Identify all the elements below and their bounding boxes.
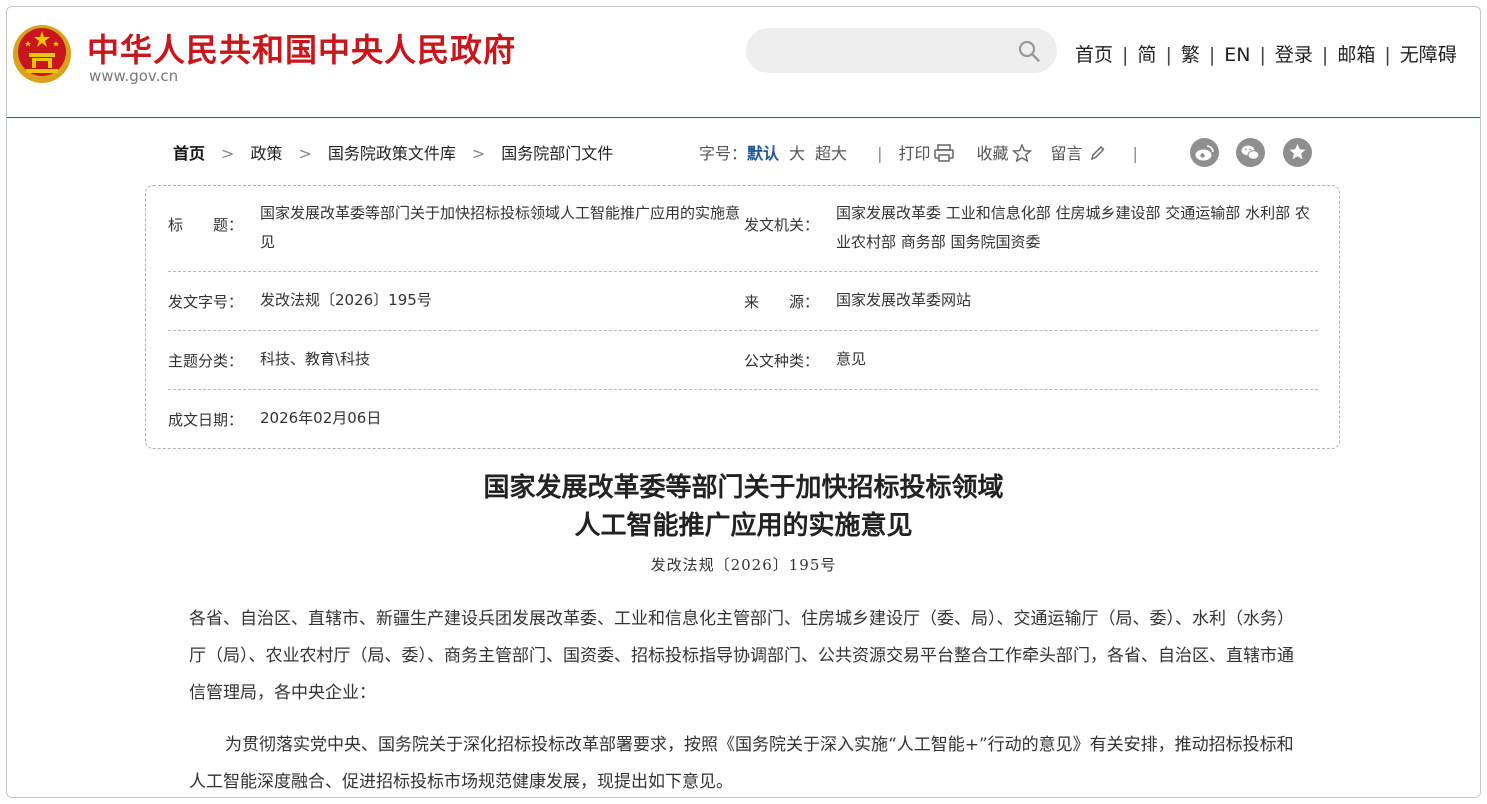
breadcrumb-chevron-icon: > — [221, 144, 235, 163]
breadcrumb-policy[interactable]: 政策 — [250, 144, 282, 163]
article-tools: 字号：默认大超大 | 打印 收藏 留言 | — [699, 144, 1138, 163]
topic-label: 主题分类： — [168, 352, 244, 370]
breadcrumb: 首页 > 政策 > 国务院政策文件库 > 国务院部门文件 — [173, 140, 613, 164]
date-label: 成文日期： — [168, 411, 244, 429]
weibo-share-icon[interactable] — [1190, 138, 1219, 167]
site-header: 中华人民共和国中央人民政府 www.gov.cn 首页 | 简 | 繁 | EN | 登录 | 邮箱… — [7, 7, 1480, 118]
star-outline-icon — [1012, 144, 1033, 162]
date-value: 2026年02月06日 — [260, 409, 382, 427]
national-emblem-icon[interactable] — [11, 21, 73, 87]
title-value: 国家发展改革委等部门关于加快招标投标领域人工智能推广应用的实施意见 — [260, 204, 741, 251]
favorite-button[interactable]: 收藏 — [976, 144, 1033, 163]
printer-icon — [934, 144, 955, 162]
nav-english[interactable]: EN — [1224, 44, 1250, 66]
doc-number-label: 发文字号： — [168, 293, 244, 311]
nav-mail[interactable]: 邮箱 — [1337, 44, 1375, 66]
document-title-line-1: 国家发展改革委等部门关于加快招标投标领域 — [483, 473, 1004, 503]
doc-number-value: 发改法规〔2026〕195号 — [260, 291, 432, 309]
nav-accessibility[interactable]: 无障碍 — [1400, 44, 1457, 66]
document-paragraph-recipients: 各省、自治区、直辖市、新疆生产建设兵团发展改革委、工业和信息化主管部门、住房城乡… — [189, 609, 1294, 703]
font-default-button[interactable]: 默认 — [747, 144, 779, 163]
title-label: 标 题： — [168, 216, 244, 234]
pencil-icon — [1090, 146, 1104, 161]
comment-button[interactable]: 留言 — [1050, 144, 1106, 163]
favorite-share-icon[interactable] — [1283, 138, 1312, 167]
font-size-label: 字号： — [699, 144, 748, 163]
search-icon[interactable] — [1017, 39, 1041, 63]
star-icon — [1289, 144, 1306, 160]
doc-type-value: 意见 — [836, 350, 867, 368]
nav-home[interactable]: 首页 — [1075, 44, 1113, 66]
wechat-icon — [1241, 145, 1260, 160]
breadcrumb-chevron-icon: > — [471, 144, 486, 163]
site-url[interactable]: www.gov.cn — [89, 67, 178, 85]
document-paragraph-intro: 为贯彻落实党中央、国务院关于深化招标投标改革部署要求，按照《国务院关于深入实施“… — [189, 735, 1294, 792]
document-number: 发改法规〔2026〕195号 — [650, 556, 837, 574]
info-row-date: 成文日期： 2026年02月06日 — [168, 390, 1318, 448]
site-title[interactable]: 中华人民共和国中央人民政府 — [87, 25, 516, 71]
breadcrumb-chevron-icon: > — [298, 144, 312, 163]
search-box[interactable] — [746, 28, 1057, 75]
print-button[interactable]: 打印 — [898, 144, 955, 163]
info-row-title: 标 题： 国家发展改革委等部门关于加快招标投标领域人工智能推广应用的实施意见 发… — [168, 186, 1318, 272]
doc-type-label: 公文种类： — [744, 352, 820, 370]
breadcrumb-home[interactable]: 首页 — [173, 144, 205, 163]
search-input[interactable] — [762, 28, 1006, 75]
info-row-docno: 发文字号： 发改法规〔2026〕195号 来 源： 国家发展改革委网站 — [168, 272, 1318, 331]
font-xlarge-button[interactable]: 超大 — [815, 144, 847, 163]
nav-traditional[interactable]: 繁 — [1181, 44, 1200, 66]
source-value: 国家发展改革委网站 — [836, 291, 972, 309]
breadcrumb-department-docs[interactable]: 国务院部门文件 — [501, 144, 613, 163]
top-nav: 首页 | 简 | 繁 | EN | 登录 | 邮箱 | 无障碍 — [1075, 44, 1457, 66]
info-row-topic: 主题分类： 科技、教育\科技 公文种类： 意见 — [168, 331, 1318, 390]
topic-value: 科技、教育\科技 — [260, 350, 371, 368]
font-large-button[interactable]: 大 — [789, 144, 805, 163]
weibo-icon — [1195, 145, 1214, 161]
wechat-share-icon[interactable] — [1236, 138, 1265, 167]
breadcrumb-policy-library[interactable]: 国务院政策文件库 — [328, 144, 456, 163]
nav-login[interactable]: 登录 — [1275, 44, 1313, 66]
document-title: 国家发展改革委等部门关于加快招标投标领域 人工智能推广应用的实施意见 — [7, 469, 1480, 545]
document-info-table: 标 题： 国家发展改革委等部门关于加快招标投标领域人工智能推广应用的实施意见 发… — [145, 185, 1340, 449]
source-label: 来 源： — [744, 293, 820, 311]
issuer-label: 发文机关： — [744, 216, 820, 234]
page-frame: 中华人民共和国中央人民政府 www.gov.cn 首页 | 简 | 繁 | EN | 登录 | 邮箱… — [6, 6, 1481, 798]
nav-simplified[interactable]: 简 — [1137, 44, 1156, 66]
document-title-line-2: 人工智能推广应用的实施意见 — [574, 511, 913, 541]
issuer-value: 国家发展改革委 工业和信息化部 住房城乡建设部 交通运输部 水利部 农业农村部 … — [836, 204, 1310, 251]
